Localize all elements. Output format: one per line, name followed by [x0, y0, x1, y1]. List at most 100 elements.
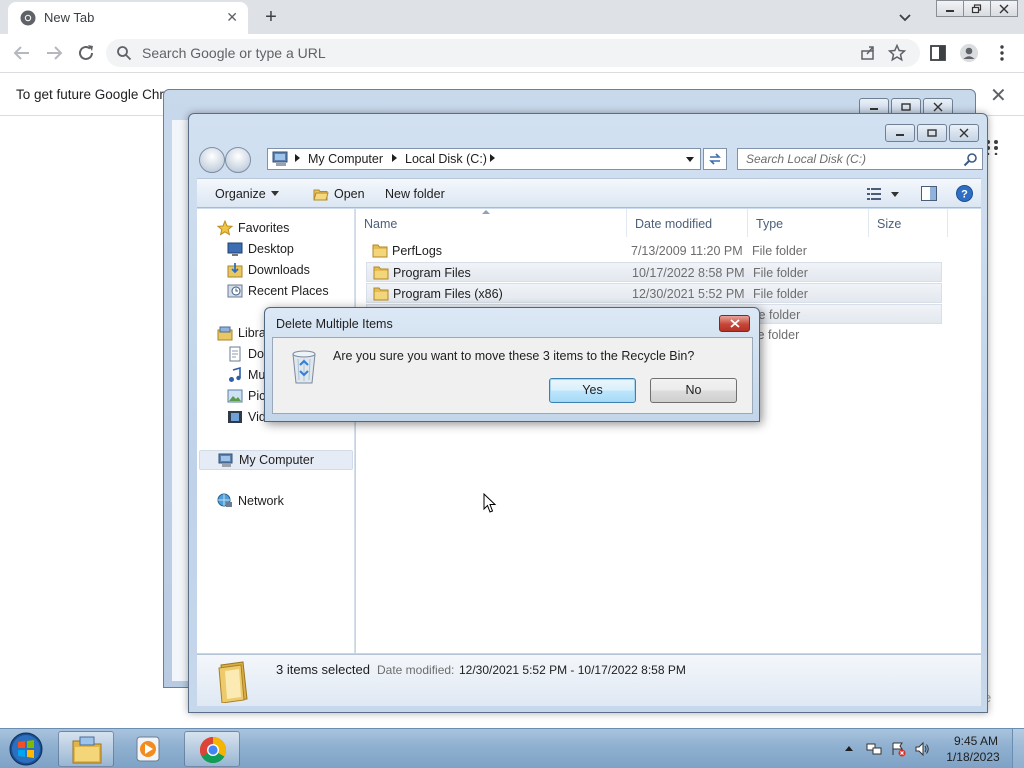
search-placeholder: Search Local Disk (C:)	[746, 152, 867, 166]
folder-icon	[372, 244, 388, 258]
restore-icon	[901, 103, 911, 111]
network-icon	[217, 493, 232, 507]
taskbar-chrome[interactable]	[184, 731, 240, 767]
explorer-search-input[interactable]: Search Local Disk (C:)	[737, 148, 983, 170]
volume-icon[interactable]	[914, 741, 930, 757]
tab-new-tab[interactable]: New Tab ✕	[8, 2, 248, 34]
profile-icon[interactable]	[959, 43, 979, 63]
chevron-down-icon	[270, 191, 279, 196]
recent-places-icon	[227, 284, 243, 298]
window-controls	[936, 0, 1018, 18]
show-desktop-button[interactable]	[1012, 729, 1024, 768]
more-icon[interactable]	[992, 43, 1012, 63]
file-list: Name Date modified Type Size PerfLogs 7/…	[356, 209, 981, 653]
no-button[interactable]: No	[650, 378, 737, 403]
nav-label: Downloads	[248, 263, 310, 277]
start-orb-icon[interactable]	[6, 731, 46, 767]
file-type: ile folder	[753, 308, 801, 322]
open-button[interactable]: Open	[334, 187, 365, 201]
computer-icon	[218, 453, 233, 467]
tab-search-icon[interactable]	[894, 6, 916, 28]
share-icon[interactable]	[860, 45, 876, 61]
taskbar-media-player[interactable]	[120, 731, 176, 767]
clock-time[interactable]: 9:45 AM	[946, 734, 1006, 748]
chrome-icon	[20, 10, 36, 26]
explorer-back-button[interactable]	[199, 147, 225, 173]
recycle-bin-icon	[292, 350, 316, 384]
file-date: 10/17/2022 8:58 PM	[632, 266, 745, 280]
address-dropdown-icon[interactable]	[686, 157, 694, 162]
computer-icon	[272, 151, 288, 166]
close-button[interactable]	[990, 0, 1018, 17]
media-player-icon	[136, 736, 160, 762]
star-icon[interactable]	[888, 44, 906, 62]
dialog-close-button[interactable]	[719, 315, 750, 332]
folder-icon	[373, 287, 389, 301]
restore-icon	[971, 3, 982, 13]
reload-icon[interactable]	[74, 42, 98, 64]
column-header-size[interactable]: Size	[869, 209, 948, 237]
omnibox[interactable]: Search Google or type a URL	[106, 39, 920, 67]
file-type: File folder	[752, 244, 807, 258]
network-tray-icon[interactable]	[866, 741, 882, 757]
tab-title: New Tab	[44, 10, 95, 25]
breadcrumb-separator[interactable]	[392, 154, 397, 162]
clock-date[interactable]: 1/18/2023	[940, 750, 1006, 764]
help-icon[interactable]: ?	[956, 185, 973, 202]
navigation-pane: Favorites Desktop Downloads Recent Place…	[197, 209, 355, 653]
close-icon	[959, 128, 969, 138]
back-arrow-icon[interactable]	[10, 42, 34, 64]
infobar-close-icon[interactable]: ✕	[990, 83, 1007, 108]
file-type: File folder	[753, 287, 808, 301]
side-panel-icon[interactable]	[928, 43, 948, 63]
file-row-selected[interactable]: Program Files (x86) 12/30/2021 5:52 PM F…	[366, 283, 942, 303]
nav-item-my-computer[interactable]: My Computer	[199, 450, 353, 470]
column-header-type[interactable]: Type	[748, 209, 869, 237]
taskbar: 9:45 AM 1/18/2023	[0, 728, 1024, 768]
forward-arrow-icon[interactable]	[42, 42, 66, 64]
views-icon[interactable]	[867, 187, 881, 201]
file-name: Program Files (x86)	[393, 287, 503, 301]
breadcrumb-separator[interactable]	[490, 154, 495, 162]
new-folder-button[interactable]: New folder	[385, 187, 445, 201]
file-row-selected[interactable]: Program Files 10/17/2022 8:58 PM File fo…	[366, 262, 942, 282]
explorer-maximize-button[interactable]	[917, 124, 947, 142]
file-date: 7/13/2009 11:20 PM	[631, 244, 743, 258]
address-bar[interactable]: My Computer Local Disk (C:)	[267, 148, 701, 170]
explorer-forward-button[interactable]	[225, 147, 251, 173]
taskbar-explorer[interactable]	[58, 731, 114, 767]
explorer-minimize-button[interactable]	[885, 124, 915, 142]
sort-ascending-icon	[482, 210, 490, 214]
downloads-icon	[227, 263, 243, 278]
explorer-close-button[interactable]	[949, 124, 979, 142]
new-tab-button[interactable]: +	[258, 4, 284, 30]
minimize-button[interactable]	[936, 0, 964, 17]
file-name: Program Files	[393, 266, 471, 280]
chrome-toolbar: Search Google or type a URL	[0, 34, 1024, 72]
breadcrumb-my-computer[interactable]: My Computer	[308, 152, 383, 166]
column-header-date[interactable]: Date modified	[627, 209, 748, 237]
close-icon	[933, 102, 943, 112]
infobar-text: To get future Google Chro	[16, 87, 172, 102]
preview-pane-icon[interactable]	[921, 186, 937, 201]
file-row[interactable]: PerfLogs 7/13/2009 11:20 PM File folder	[366, 241, 942, 261]
refresh-button[interactable]	[703, 148, 727, 170]
date-modified-label: Date modified:	[377, 663, 455, 677]
breadcrumb-separator[interactable]	[295, 154, 300, 162]
documents-icon	[229, 346, 241, 362]
close-icon	[999, 4, 1009, 13]
yes-button[interactable]: Yes	[549, 378, 636, 403]
date-modified-value: 12/30/2021 5:52 PM - 10/17/2022 8:58 PM	[459, 663, 686, 677]
breadcrumb-local-disk[interactable]: Local Disk (C:)	[405, 152, 487, 166]
show-hidden-icons-button[interactable]	[845, 746, 853, 751]
search-icon	[963, 153, 977, 167]
file-type: File folder	[753, 266, 808, 280]
restore-button[interactable]	[963, 0, 991, 17]
organize-button[interactable]: Organize	[215, 187, 279, 201]
views-dropdown-icon[interactable]	[891, 192, 899, 197]
dialog-message: Are you sure you want to move these 3 it…	[333, 349, 695, 363]
nav-label: My Computer	[239, 453, 315, 467]
column-header-name[interactable]: Name	[356, 209, 627, 237]
action-center-icon[interactable]	[890, 741, 906, 757]
tab-close-icon[interactable]: ✕	[226, 9, 238, 26]
